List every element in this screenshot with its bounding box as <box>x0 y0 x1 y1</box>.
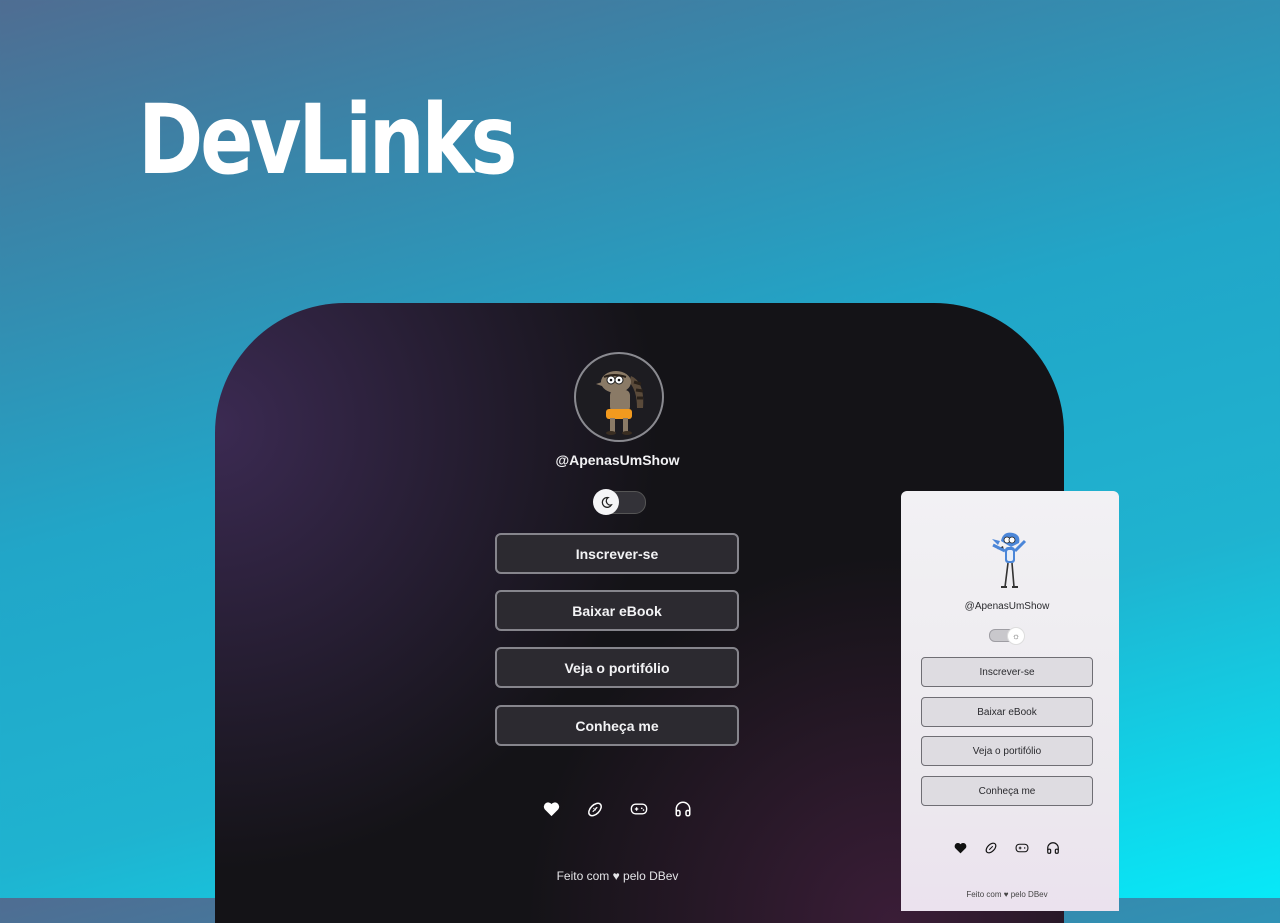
link-button-portfolio[interactable]: Veja o portifólio <box>495 647 739 688</box>
link-button-portfolio[interactable]: Veja o portifólio <box>921 736 1093 766</box>
footer-credit: Feito com ♥ pelo DBev <box>556 869 679 883</box>
bluejay-avatar-icon <box>992 532 1027 588</box>
heart-icon[interactable] <box>953 841 967 855</box>
avatar <box>983 529 1033 593</box>
light-preview: @ApenasUmShow ☼ Inscrever-se Baixar eBoo… <box>901 491 1119 911</box>
avatar <box>574 352 664 442</box>
link-button-about[interactable]: Conheça me <box>921 776 1093 806</box>
gamepad-icon[interactable] <box>1015 841 1029 855</box>
profile-handle: @ApenasUmShow <box>964 601 1050 612</box>
profile-handle: @ApenasUmShow <box>555 452 680 468</box>
moon-icon <box>593 489 619 515</box>
link-button-ebook[interactable]: Baixar eBook <box>495 590 739 631</box>
theme-toggle[interactable]: ☼ <box>989 627 1025 645</box>
headphones-icon[interactable] <box>1046 841 1060 855</box>
page-title: DevLinks <box>138 84 517 196</box>
headphones-icon[interactable] <box>674 800 692 818</box>
heart-icon[interactable] <box>542 800 560 818</box>
social-links <box>953 841 1060 855</box>
social-links <box>542 800 692 818</box>
theme-toggle[interactable] <box>593 489 646 515</box>
link-button-subscribe[interactable]: Inscrever-se <box>495 533 739 574</box>
football-icon[interactable] <box>586 800 604 818</box>
football-icon[interactable] <box>984 841 998 855</box>
raccoon-avatar-icon <box>596 371 644 435</box>
link-button-about[interactable]: Conheça me <box>495 705 739 746</box>
link-button-subscribe[interactable]: Inscrever-se <box>921 657 1093 687</box>
link-button-ebook[interactable]: Baixar eBook <box>921 697 1093 727</box>
gamepad-icon[interactable] <box>630 800 648 818</box>
sun-icon: ☼ <box>1007 627 1025 645</box>
